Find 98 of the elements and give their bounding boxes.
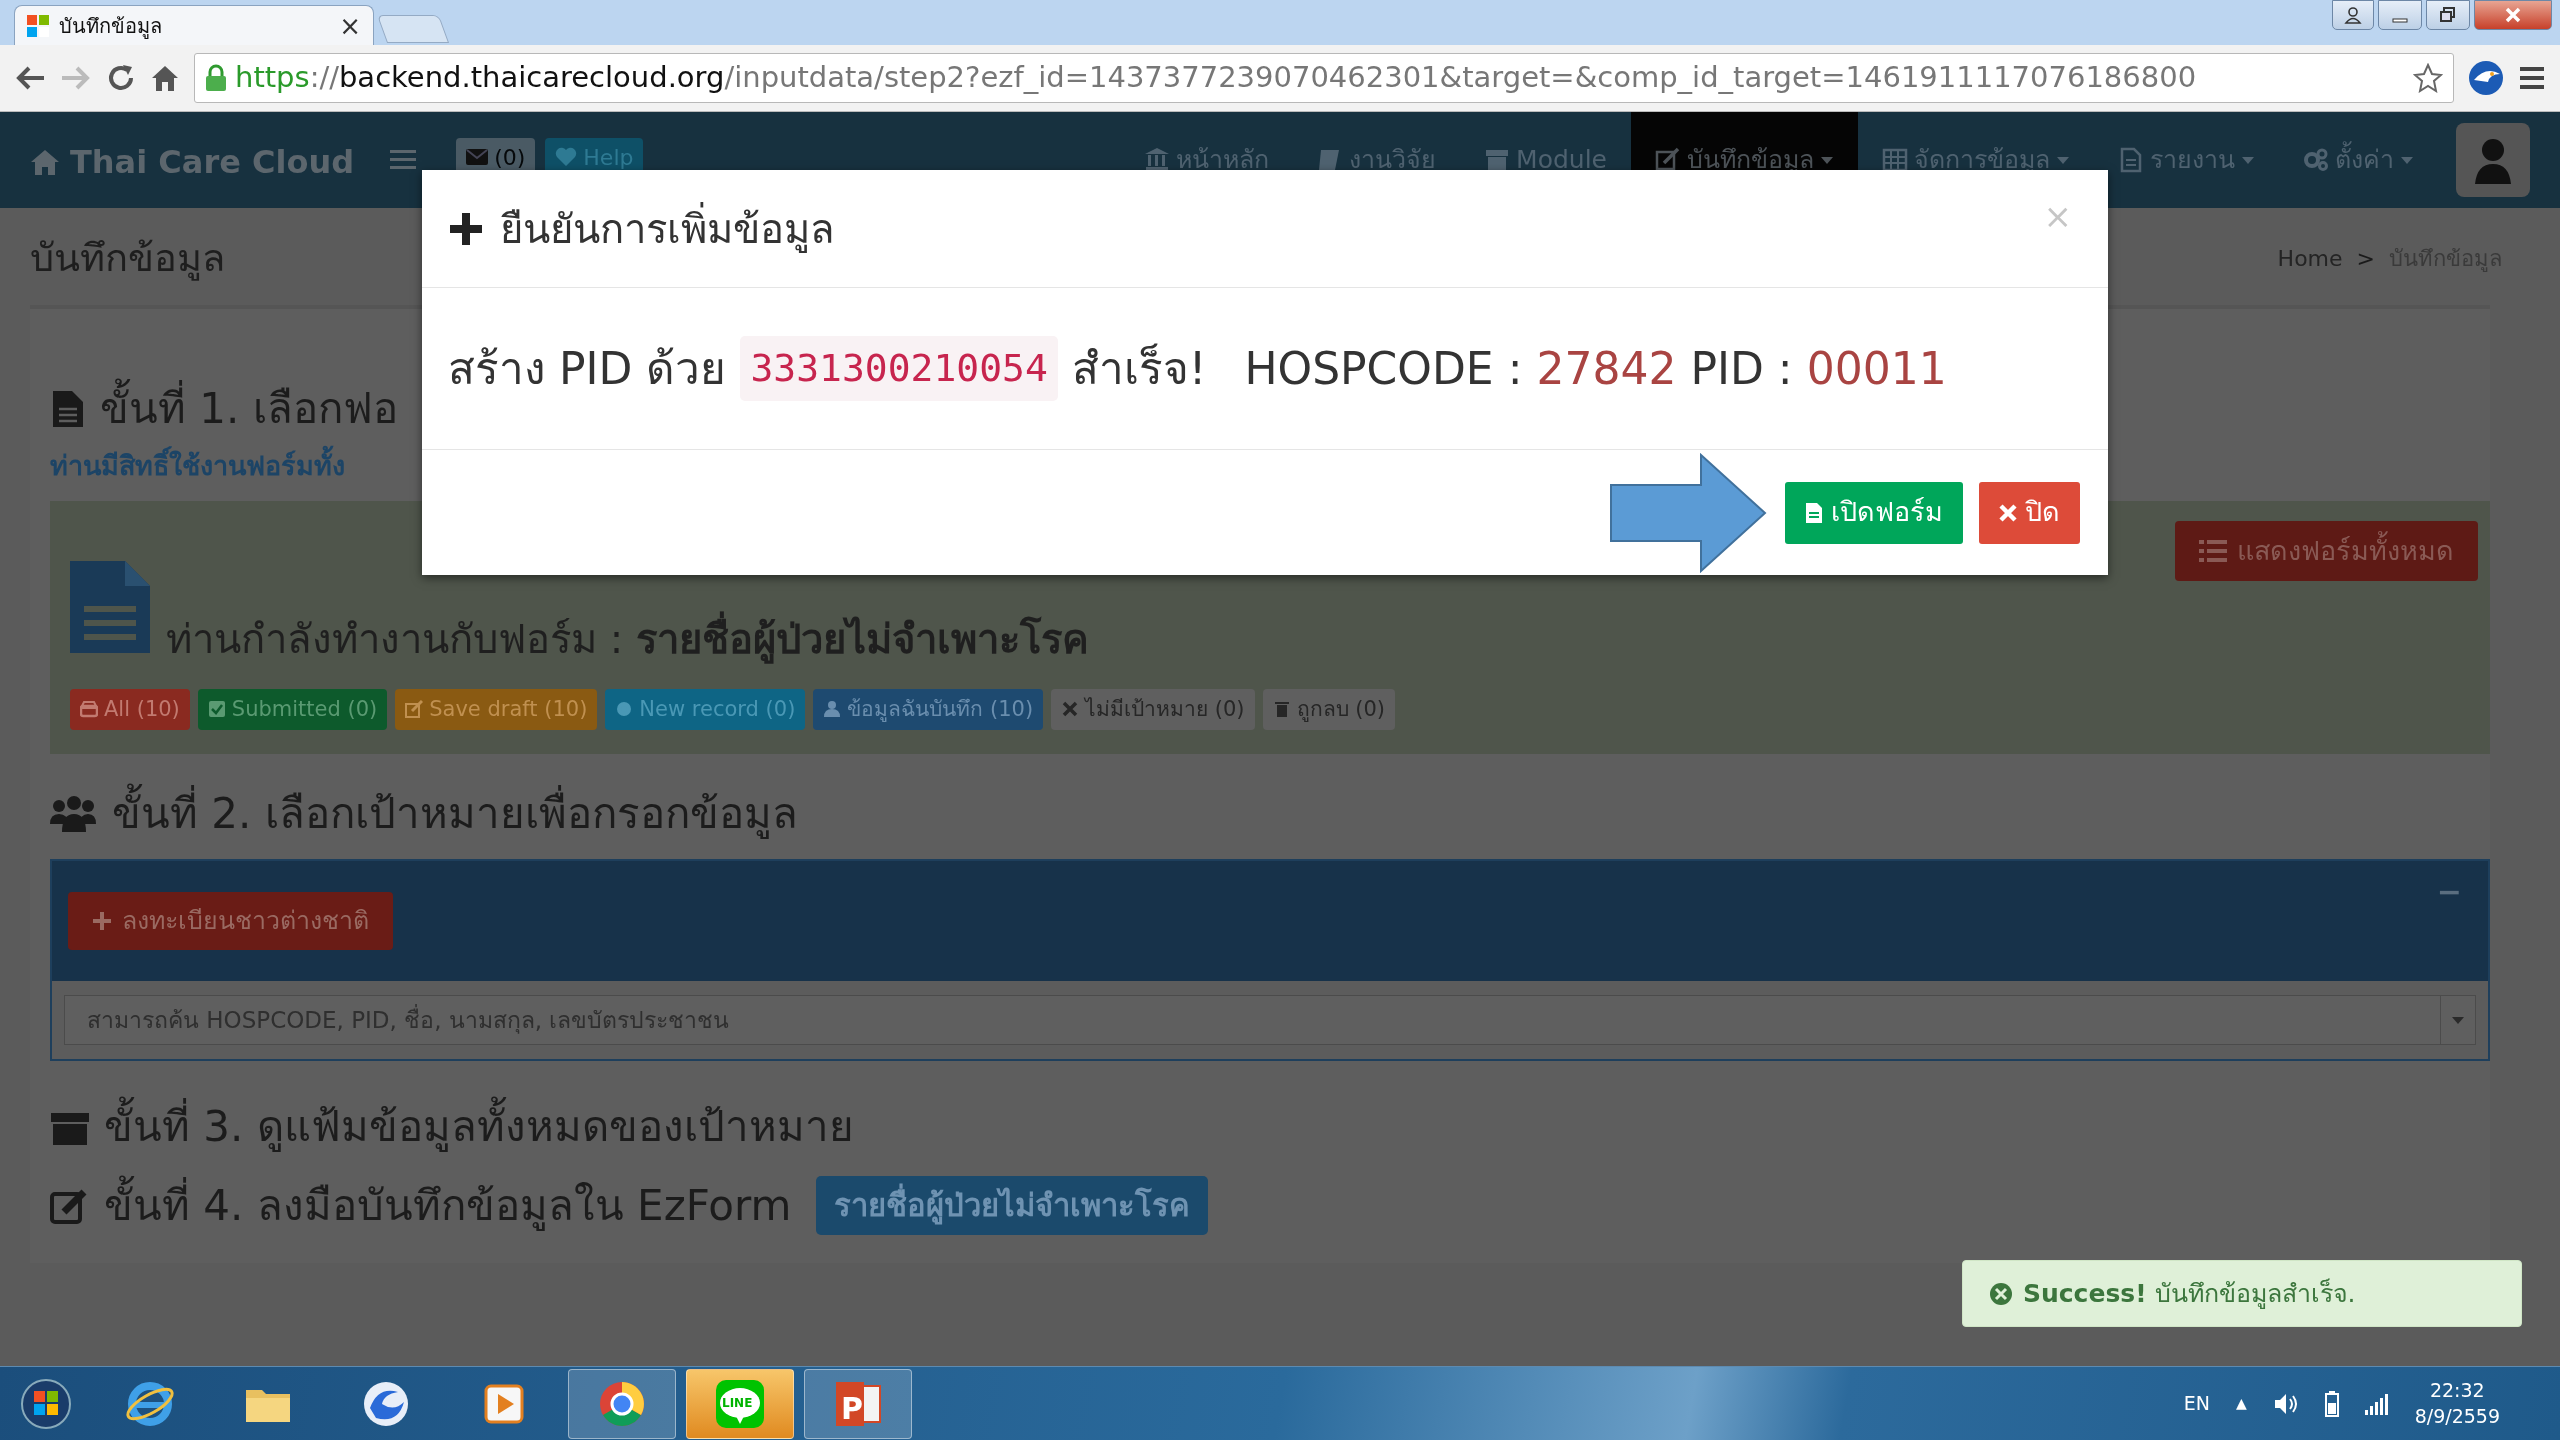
brand-name[interactable]: Thai Care Cloud — [70, 138, 355, 186]
toast-message: Success! บันทึกข้อมูลสำเร็จ. — [2023, 1277, 2356, 1311]
user-icon — [823, 700, 842, 719]
restore-icon — [2440, 7, 2456, 23]
table-icon — [1882, 147, 1908, 173]
breadcrumb-separator: > — [2356, 245, 2375, 273]
nav-menu-item[interactable]: จัดการข้อมูล — [1858, 138, 2094, 182]
step-heading: ขั้นที่ 3. ดูแฟ้มข้อมูลทั้งหมดของเป้าหมาย — [104, 1095, 854, 1158]
plus-icon — [448, 210, 484, 247]
dropdown-toggle[interactable] — [2440, 995, 2476, 1045]
person-icon — [2344, 6, 2362, 24]
heart-icon — [555, 147, 578, 167]
home-icon — [30, 148, 60, 176]
id-number: 3331300210054 — [740, 336, 1058, 401]
edit-icon — [1655, 147, 1681, 173]
breadcrumb-link[interactable]: Home — [2277, 242, 2343, 275]
orb-icon — [20, 1377, 72, 1430]
clock-time[interactable]: 22:32 — [2429, 1377, 2485, 1404]
document-icon — [2118, 147, 2144, 173]
message-text: สำเร็จ! — [1071, 341, 1207, 396]
eagle-globe-icon[interactable] — [2468, 60, 2504, 96]
filter-chip[interactable]: ข้อมูลฉันบันทึก (10) — [813, 688, 1044, 730]
pid-value: 00011 — [1806, 341, 1947, 396]
nav-menu-item[interactable]: หน้าหลัก — [1120, 138, 1294, 182]
hospcode-value: 27842 — [1536, 341, 1677, 396]
nav-menu-item[interactable]: Module — [1460, 138, 1631, 182]
step-heading: ขั้นที่ 1. เลือกฟอ — [100, 377, 398, 440]
chat-bubble-icon — [714, 1377, 766, 1430]
form-link-button[interactable]: รายชื่อผู้ป่วยไม่จำเพาะโรค — [815, 1176, 1208, 1235]
home-icon[interactable] — [150, 63, 180, 93]
avatar-button[interactable] — [2456, 123, 2530, 197]
reload-icon[interactable] — [106, 63, 136, 93]
restore-button[interactable] — [2426, 0, 2470, 30]
open-form-button[interactable]: เปิดฟอร์ม — [1785, 481, 1963, 544]
caret-icon — [2451, 1015, 2465, 1025]
field-label: HOSPCODE : — [1244, 341, 1523, 396]
close-icon — [2504, 7, 2522, 23]
clock-date[interactable]: 8/9/2559 — [2414, 1403, 2500, 1430]
collapse-button[interactable]: − — [2436, 869, 2462, 914]
dialog-title: ยืนยันการเพิ่มข้อมูล — [500, 198, 835, 259]
page-title: บันทึกข้อมูล — [30, 235, 225, 283]
battery-icon[interactable] — [2324, 1390, 2339, 1417]
nav-menu-item[interactable]: รายงาน — [2094, 138, 2279, 182]
favicon-icon — [27, 14, 49, 37]
message-text: สร้าง PID ด้วย — [448, 341, 727, 396]
list-icon — [2199, 538, 2227, 563]
step-heading: ขั้นที่ 2. เลือกเป้าหมายเพื่อกรอกข้อมูล — [112, 782, 798, 845]
dialog-close-button[interactable]: × — [2037, 190, 2078, 243]
inbox-icon — [80, 700, 98, 719]
back-arrow-icon[interactable] — [14, 64, 46, 92]
icon-letters: P — [841, 1389, 863, 1428]
filter-chip[interactable]: ถูกลบ (0) — [1262, 688, 1395, 730]
tab-title: บันทึกข้อมูล — [59, 12, 163, 41]
bank-icon — [1144, 147, 1171, 173]
lock-icon — [205, 64, 227, 92]
filter-chip[interactable]: Submitted (0) — [197, 688, 388, 730]
step-heading: ขั้นที่ 4. ลงมือบันทึกข้อมูลใน EzForm — [104, 1174, 792, 1237]
address-bar[interactable]: https://backend.thaicarecloud.org/inputdata/step2?ezf_id=1437377239070462301&target=&comp_id_target=1461911117076186800 — [194, 53, 2454, 103]
nav-menu-item[interactable]: งานวิจัย — [1293, 138, 1461, 182]
menu-icon[interactable] — [2518, 65, 2546, 91]
show-all-forms-button[interactable]: แสดงฟอร์มทั้งหมด — [2175, 520, 2478, 581]
close-icon — [1999, 503, 2017, 522]
edit-icon — [405, 700, 424, 719]
field-label: PID : — [1690, 341, 1793, 396]
taskbar-app[interactable]: LINE — [686, 1368, 794, 1439]
taskbar-app[interactable]: P — [804, 1368, 912, 1439]
filter-chip[interactable]: All (10) — [70, 688, 190, 730]
check-circle-icon — [1989, 1281, 2013, 1306]
gears-icon — [2303, 147, 2329, 173]
signal-bars-icon[interactable] — [2364, 1392, 2389, 1415]
archive-icon — [1484, 147, 1511, 173]
filter-chip[interactable]: Save draft (10) — [395, 688, 598, 730]
url-text: https://backend.thaicarecloud.org/inputdata/step2?ezf_id=1437377239070462301&target=&comp_id_target=1461911117076186800 — [235, 59, 2198, 97]
checkbox-icon — [207, 700, 226, 719]
envelope-icon — [466, 149, 489, 165]
minimize-icon — [2392, 17, 2408, 23]
show-hidden-icons-button[interactable]: ▲ — [2235, 1393, 2247, 1414]
filter-chip[interactable]: ไม่มีเป้าหมาย (0) — [1051, 688, 1255, 730]
filter-chip[interactable]: New record (0) — [605, 688, 806, 730]
document-icon — [70, 560, 150, 653]
person-silhouette-icon — [2473, 136, 2513, 184]
plus-icon — [92, 911, 112, 931]
close-button[interactable]: ปิด — [1979, 481, 2080, 544]
taskbar-app[interactable] — [568, 1368, 676, 1439]
trash-icon — [1272, 700, 1291, 719]
language-indicator[interactable]: EN — [2183, 1389, 2210, 1418]
star-icon[interactable] — [2413, 63, 2443, 93]
profile-button[interactable] — [2332, 0, 2374, 30]
close-window-button[interactable] — [2474, 0, 2552, 30]
document-icon — [1805, 501, 1823, 524]
tab-close-button[interactable]: × — [339, 12, 361, 39]
register-foreigner-button[interactable]: ลงทะเบียนชาวต่างชาติ — [68, 892, 393, 950]
icon-letters: LINE — [722, 1394, 753, 1412]
nav-menu-item[interactable]: ตั้งค่า — [2279, 138, 2438, 182]
browser-tab[interactable]: บันทึกข้อมูล × — [14, 5, 374, 45]
group-icon — [50, 793, 98, 834]
cross-icon — [1061, 700, 1080, 719]
document-icon — [50, 388, 86, 429]
